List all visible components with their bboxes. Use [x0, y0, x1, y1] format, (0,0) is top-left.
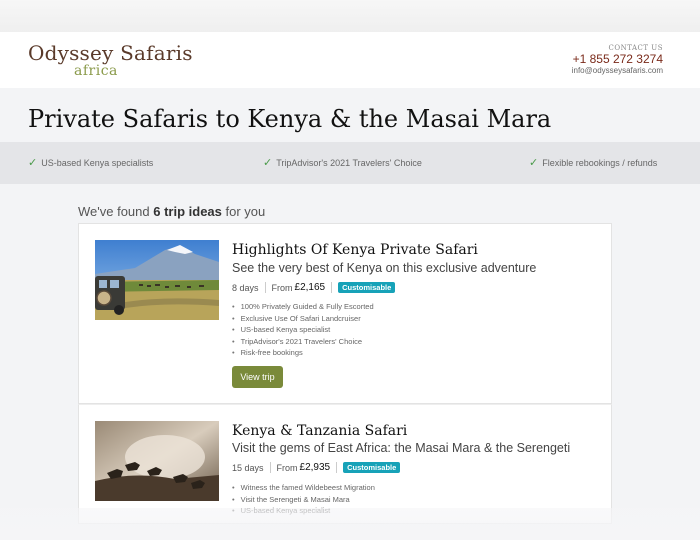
customisable-badge: Customisable	[338, 282, 396, 293]
trip-subtitle: See the very best of Kenya on this exclu…	[232, 261, 537, 275]
trip-meta: 15 days From £2,935 Customisable	[232, 462, 401, 473]
contact-email[interactable]: info@odysseysafaris.com	[572, 66, 663, 76]
feature-item: ✓ US-based Kenya specialists	[28, 156, 153, 169]
bottom-fade	[0, 508, 700, 540]
results-suffix: for you	[225, 204, 266, 219]
trip-title[interactable]: Highlights Of Kenya Private Safari	[232, 242, 478, 258]
trip-price: £2,935	[299, 462, 331, 473]
divider	[331, 282, 333, 293]
contact-phone[interactable]: +1 855 272 3274	[572, 52, 663, 66]
logo-sub-text: africa	[74, 63, 118, 79]
price-from-label: From	[271, 282, 293, 293]
trip-card[interactable]: Highlights Of Kenya Private Safari See t…	[78, 223, 612, 404]
results-count: We've found 6 trip ideas for you	[78, 204, 265, 219]
logo-main-text: Odyssey Safaris	[28, 41, 193, 65]
trip-highlights: 100% Privately Guided & Fully Escorted E…	[232, 301, 374, 359]
trip-image-kenya-tanzania[interactable]	[95, 421, 219, 501]
list-item: Witness the famed Wildebeest Migration	[232, 482, 375, 494]
check-icon: ✓	[529, 157, 539, 169]
list-item: 100% Privately Guided & Fully Escorted	[232, 301, 374, 313]
feature-label: Flexible rebookings / refunds	[542, 158, 658, 168]
top-fade	[0, 0, 700, 32]
trip-duration: 15 days	[232, 462, 264, 473]
feature-label: US-based Kenya specialists	[41, 158, 154, 168]
trip-image-kenya-highlights[interactable]	[95, 240, 219, 320]
features-bar: ✓ US-based Kenya specialists ✓ TripAdvisor…	[0, 142, 700, 184]
list-item: Visit the Serengeti & Masai Mara	[232, 494, 375, 506]
check-icon: ✓	[263, 157, 273, 169]
contact-label: CONTACT US	[608, 44, 663, 52]
feature-label: TripAdvisor's 2021 Travelers' Choice	[276, 158, 422, 168]
price-from-label: From	[276, 462, 298, 473]
list-item: Risk-free bookings	[232, 347, 374, 359]
trip-subtitle: Visit the gems of East Africa: the Masai…	[232, 441, 571, 455]
trip-meta: 8 days From £2,165 Customisable	[232, 282, 396, 293]
check-icon: ✓	[28, 157, 38, 169]
trip-price: £2,165	[294, 282, 326, 293]
view-trip-button[interactable]: View trip	[232, 366, 283, 388]
divider	[269, 462, 271, 473]
feature-item: ✓ TripAdvisor's 2021 Travelers' Choice	[263, 156, 422, 169]
divider	[264, 282, 266, 293]
trip-card[interactable]: Kenya & Tanzania Safari Visit the gems o…	[78, 404, 612, 524]
contact-block: CONTACT US +1 855 272 3274 info@odysseys…	[572, 44, 663, 76]
list-item: TripAdvisor's 2021 Travelers' Choice	[232, 336, 374, 348]
divider	[336, 462, 338, 473]
trip-duration: 8 days	[232, 282, 259, 293]
results-number: 6 trip ideas	[153, 204, 222, 219]
page-title: Private Safaris to Kenya & the Masai Mar…	[28, 105, 552, 133]
site-header: Odyssey Safaris africa CONTACT US +1 855…	[0, 32, 700, 88]
list-item: US-based Kenya specialist	[232, 324, 374, 336]
logo[interactable]: Odyssey Safaris africa	[28, 41, 193, 79]
results-prefix: We've found	[78, 204, 150, 219]
customisable-badge: Customisable	[343, 462, 401, 473]
trip-title[interactable]: Kenya & Tanzania Safari	[232, 423, 407, 439]
feature-item: ✓ Flexible rebookings / refunds	[529, 156, 657, 169]
list-item: Exclusive Use Of Safari Landcruiser	[232, 313, 374, 325]
